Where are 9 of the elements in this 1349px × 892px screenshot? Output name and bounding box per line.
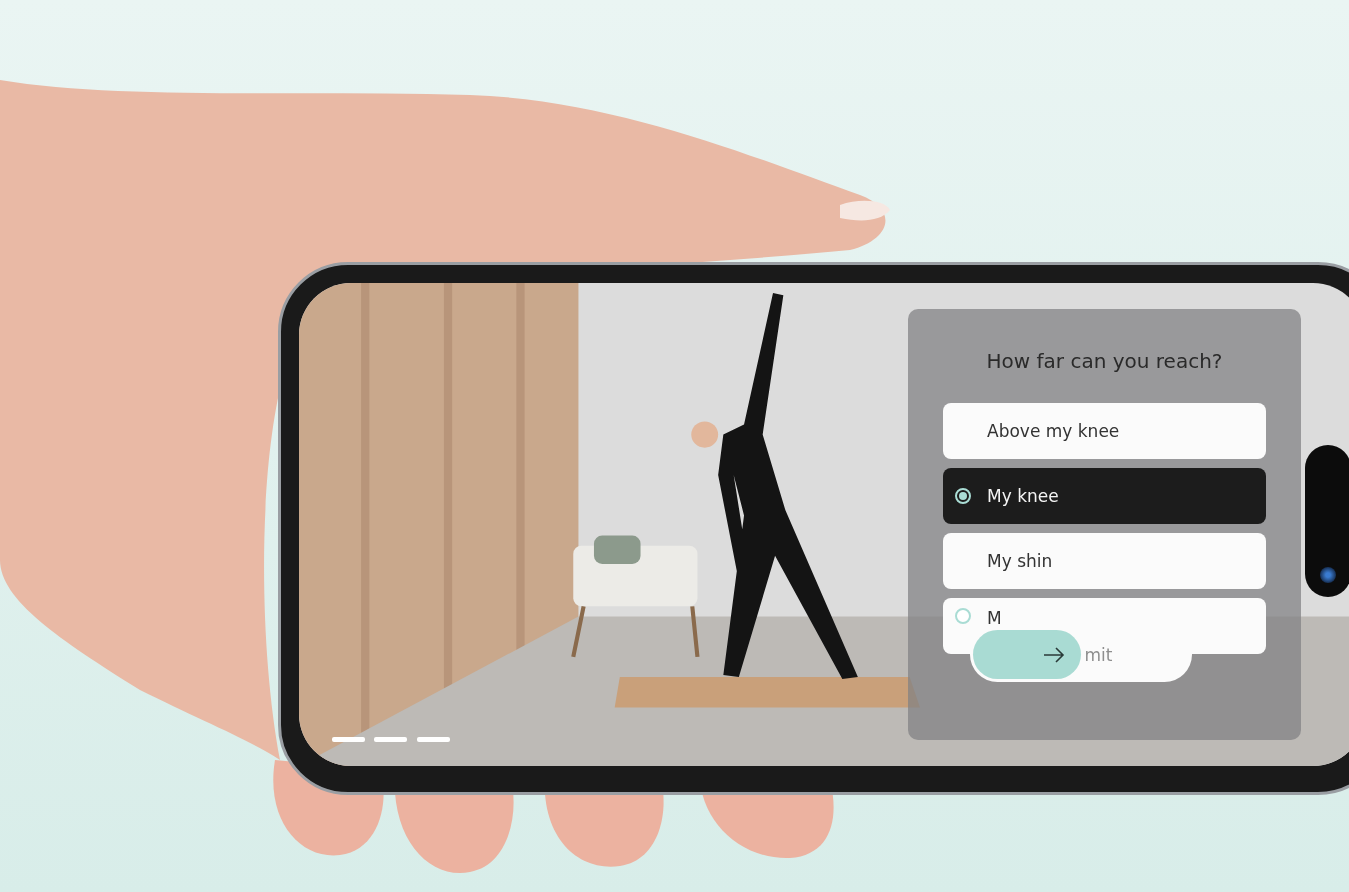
radio-icon <box>955 608 971 624</box>
slider-thumb[interactable] <box>972 630 1081 679</box>
answer-option[interactable]: Above my knee <box>943 403 1266 459</box>
camera-icon <box>1320 567 1336 583</box>
question-title: How far can you reach? <box>986 349 1223 373</box>
answer-option[interactable]: My knee <box>943 468 1266 524</box>
radio-icon <box>955 488 971 504</box>
arrow-icon <box>1042 646 1065 663</box>
answer-option[interactable]: My shin <box>943 533 1266 589</box>
